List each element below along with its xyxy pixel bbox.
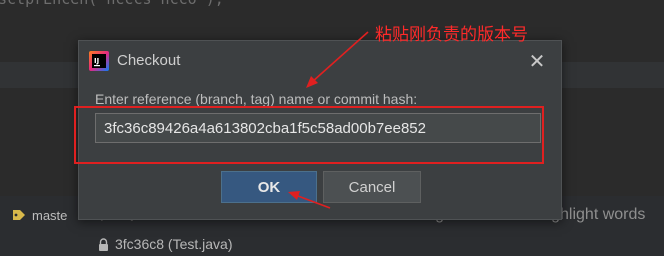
- editor-code-fragment: sctprEncen( ncccs ncco );: [0, 0, 224, 8]
- annotation-text: 粘贴刚负责的版本号: [375, 25, 528, 45]
- reference-field-label: Enter reference (branch, tag) name or co…: [95, 91, 418, 107]
- screenshot-root: sctprEncen( ncccs ncco ); maste ↑ ↓ ✎ Un…: [0, 0, 664, 256]
- editor-strip: sctprEncen( ncccs ncco );: [0, 0, 664, 26]
- dialog-title-bar[interactable]: IJ Checkout ✕: [79, 41, 561, 81]
- ok-button[interactable]: OK: [221, 171, 317, 203]
- cancel-button[interactable]: Cancel: [323, 171, 421, 203]
- file-label: 3fc36c8 (Test.java): [115, 236, 233, 252]
- lock-icon: [99, 237, 108, 251]
- branch-label: maste: [32, 207, 68, 223]
- tag-icon: [13, 210, 25, 220]
- dialog-title: Checkout: [117, 52, 181, 69]
- svg-text:IJ: IJ: [94, 57, 99, 65]
- file-indicator: 3fc36c8 (Test.java): [98, 236, 233, 252]
- highlight-box: [74, 106, 544, 164]
- branch-indicator[interactable]: maste: [12, 206, 67, 224]
- intellij-app-icon: IJ: [89, 51, 109, 71]
- close-icon[interactable]: ✕: [527, 51, 547, 71]
